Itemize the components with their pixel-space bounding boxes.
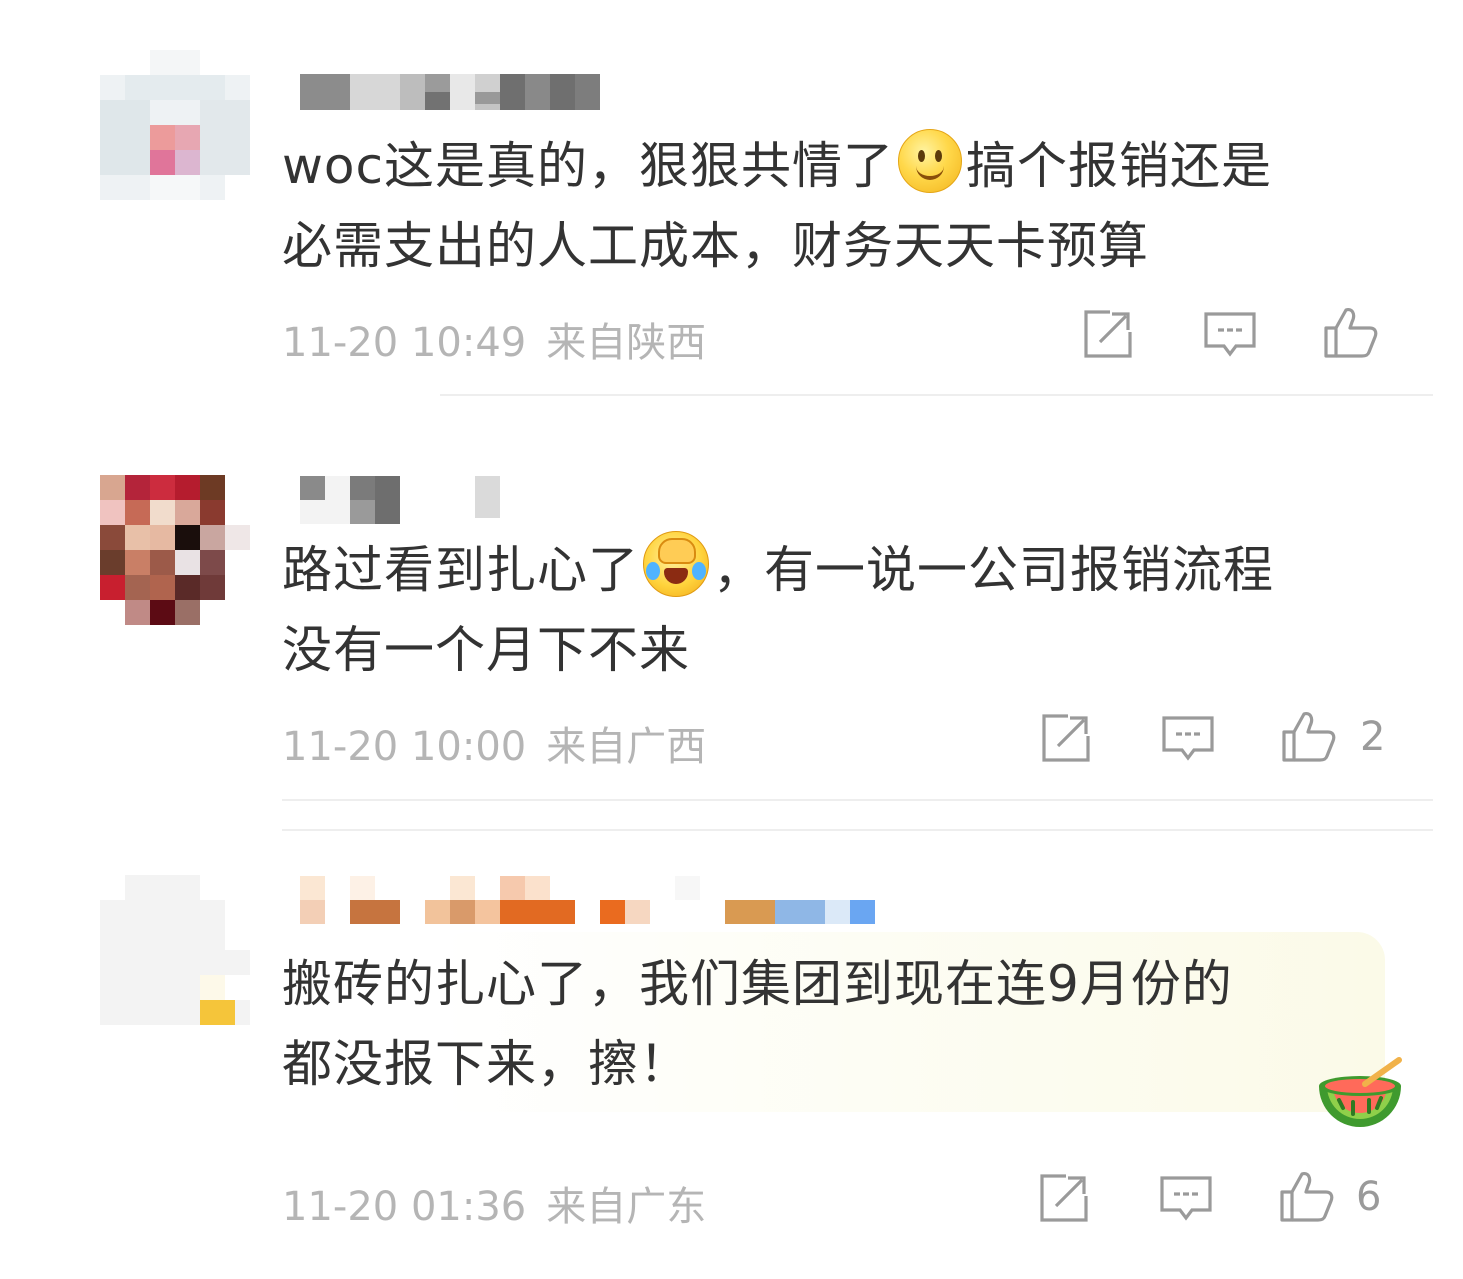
- comment-time: 11-20 01:36: [282, 1184, 527, 1230]
- comment-button[interactable]: [1158, 1170, 1214, 1226]
- comment-text-line1b: 搞个报销还是: [965, 137, 1272, 195]
- comment-text: woc这是真的，狠狠共情了 搞个报销还是 必需支出的人工成本，财务天天卡预算: [282, 126, 1382, 286]
- comment-text-line1: 路过看到扎心了: [282, 541, 639, 599]
- comment-location: 来自陕西: [546, 320, 707, 366]
- laugh-cry-emoji-icon: [643, 531, 709, 597]
- like-count: 6: [1356, 1174, 1382, 1220]
- comment-location: 来自广东: [546, 1184, 707, 1230]
- comment-text: 路过看到扎心了 ，有一说一公司报销流程 没有一个月下不来: [282, 530, 1382, 690]
- repost-icon: [1040, 1174, 1088, 1222]
- comment-time: 11-20 10:00: [282, 724, 527, 770]
- comment-text-line2: 必需支出的人工成本，财务天天卡预算: [282, 217, 1149, 275]
- repost-button[interactable]: [1038, 710, 1094, 766]
- repost-icon: [1042, 714, 1090, 762]
- comment-button[interactable]: [1160, 710, 1216, 766]
- repost-button[interactable]: [1036, 1170, 1092, 1226]
- comment-text-line1: woc这是真的，狠狠共情了: [282, 137, 894, 195]
- comment-text-line1b: ，有一说一公司报销流程: [713, 541, 1274, 599]
- thumbs-up-icon: [1324, 308, 1378, 358]
- username-blurred[interactable]: [300, 876, 880, 924]
- username-blurred[interactable]: [300, 74, 650, 110]
- avatar[interactable]: [100, 875, 250, 1025]
- comment-icon: [1204, 312, 1256, 357]
- like-button[interactable]: [1322, 304, 1378, 360]
- comment-text-line2: 都没报下来，擦！: [282, 1035, 690, 1093]
- username-blurred[interactable]: [300, 476, 520, 524]
- thumbs-up-icon: [1280, 1172, 1334, 1222]
- divider: [440, 394, 1433, 396]
- repost-button[interactable]: [1080, 306, 1136, 362]
- comment-text: 搬砖的扎心了，我们集团到现在连9月份的 都没报下来，擦！: [282, 944, 1382, 1104]
- smile-emoji-icon: [897, 129, 962, 193]
- like-button[interactable]: [1280, 708, 1336, 764]
- avatar[interactable]: [100, 50, 250, 200]
- avatar[interactable]: [100, 475, 250, 625]
- comment-text-line1: 搬砖的扎心了，我们集团到现在连9月份的: [282, 955, 1233, 1013]
- comment-button[interactable]: [1202, 306, 1258, 362]
- divider: [282, 799, 1433, 801]
- comment-time: 11-20 10:49: [282, 320, 527, 366]
- comment-text-line2: 没有一个月下不来: [282, 621, 690, 679]
- like-count: 2: [1360, 714, 1386, 760]
- comment-icon: [1160, 1176, 1212, 1221]
- comment-icon: [1162, 716, 1214, 761]
- divider: [282, 829, 1433, 831]
- comment-meta: 11-20 10:49 来自陕西: [282, 310, 706, 368]
- thumbs-up-icon: [1282, 712, 1336, 762]
- comment-meta: 11-20 01:36 来自广东: [282, 1174, 706, 1232]
- repost-icon: [1084, 310, 1132, 358]
- comment-location: 来自广西: [546, 724, 707, 770]
- like-button[interactable]: [1278, 1168, 1334, 1224]
- watermelon-badge-icon: [1313, 1056, 1407, 1132]
- comment-meta: 11-20 10:00 来自广西: [282, 714, 706, 772]
